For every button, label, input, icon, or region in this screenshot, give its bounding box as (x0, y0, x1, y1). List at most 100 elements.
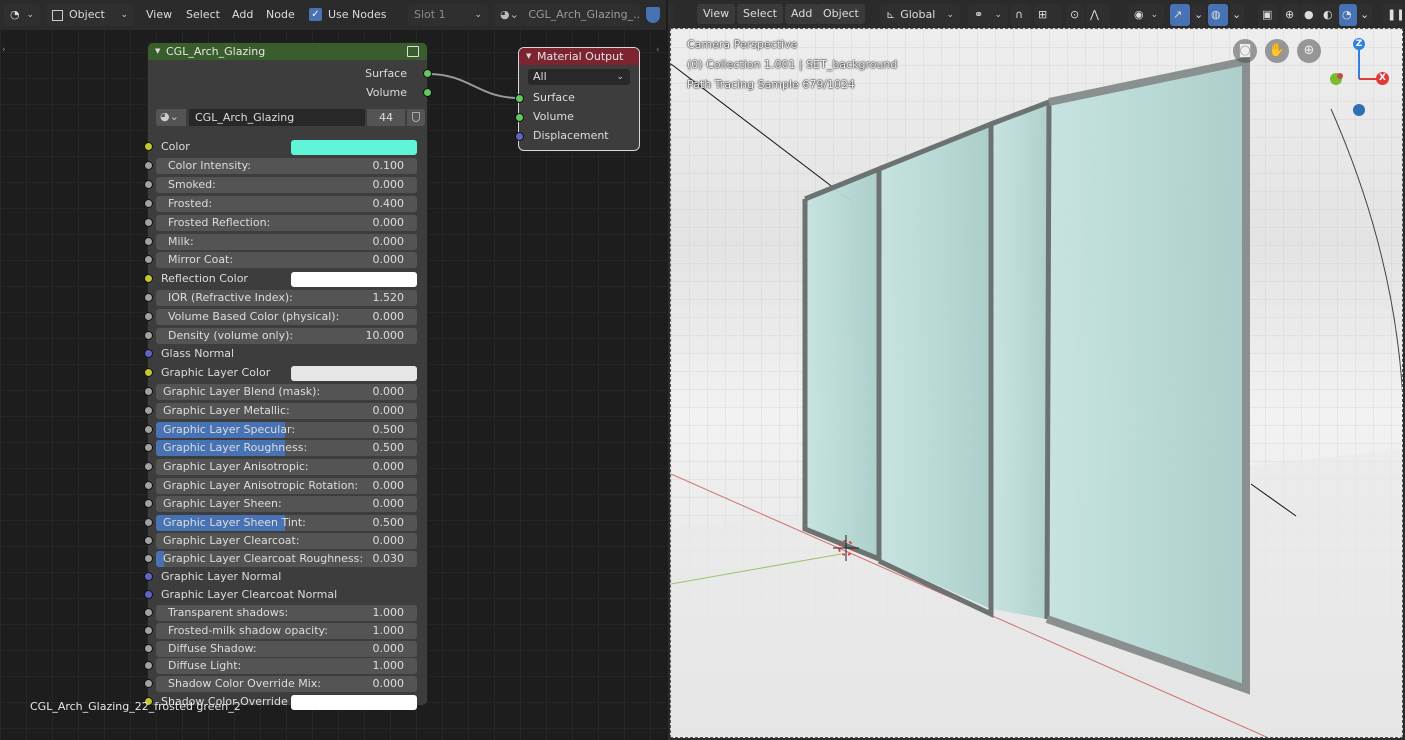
ior-refractive-index-socket[interactable] (145, 294, 152, 301)
transform-orientation-dropdown[interactable]: ⊾ Global ⌄ (880, 4, 960, 26)
material-output-node[interactable]: ▼ Material Output All ⌄ Surface Volume Di… (516, 48, 639, 150)
graphic-layer-blend-mask-socket[interactable] (145, 388, 152, 395)
graphic-layer-metallic-socket[interactable] (145, 407, 152, 414)
select-menu[interactable]: Select (737, 4, 783, 24)
color-swatch[interactable] (291, 140, 417, 155)
frosted-field[interactable]: Frosted: 0.400 (156, 196, 417, 212)
reflection-color-socket[interactable] (145, 275, 152, 282)
graphic-layer-specular-socket[interactable] (145, 426, 152, 433)
gizmo-toggle[interactable]: ↗ (1170, 4, 1190, 26)
pivot-point-dropdown[interactable]: ⚭ ⌄ (968, 4, 1008, 26)
solid-shading-button[interactable]: ● (1301, 4, 1319, 26)
wireframe-shading-button[interactable]: ⊕ (1282, 4, 1300, 26)
volume-based-color-physical-field[interactable]: Volume Based Color (physical): 0.000 (156, 309, 417, 325)
milk-socket[interactable] (145, 238, 152, 245)
graphic-layer-anisotropic-field[interactable]: Graphic Layer Anisotropic: 0.000 (156, 459, 417, 475)
rendered-viewport[interactable]: Camera Perspective (0) Collection 1.001 … (670, 28, 1403, 738)
mirror-coat-field[interactable]: Mirror Coat: 0.000 (156, 252, 417, 268)
frosted-reflection-field[interactable]: Frosted Reflection: 0.000 (156, 215, 417, 231)
material-shading-button[interactable]: ◐ (1320, 4, 1338, 26)
color-socket[interactable] (145, 143, 152, 150)
graphic-layer-color-socket[interactable] (145, 369, 152, 376)
diffuse-shadow-field[interactable]: Diffuse Shadow: 0.000 (156, 641, 417, 657)
diffuse-light-field[interactable]: Diffuse Light: 1.000 (156, 658, 417, 674)
gizmo-x-axis[interactable]: X (1376, 72, 1389, 85)
pause-render-button[interactable]: ❚❚ (1382, 4, 1402, 26)
transparent-shadows-field[interactable]: Transparent shadows: 1.000 (156, 605, 417, 621)
overlays-dropdown[interactable]: ⌄ (1230, 4, 1244, 26)
material-name-field[interactable]: CGL_Arch_Glazing (189, 109, 365, 126)
graphic-layer-sheen-field[interactable]: Graphic Layer Sheen: 0.000 (156, 496, 417, 512)
smoked-socket[interactable] (145, 181, 152, 188)
shadow-color-override-mix-field[interactable]: Shadow Color Override Mix: 0.000 (156, 676, 417, 692)
fake-user-shield-icon[interactable] (407, 109, 425, 126)
reflection-color-swatch[interactable] (291, 272, 417, 287)
viewport-3d[interactable]: View Select Add Object ⊾ Global ⌄ ⚭ ⌄ ∩ ⊞ ⊙… (668, 0, 1405, 740)
graphic-layer-sheen-socket[interactable] (145, 500, 152, 507)
graphic-layer-roughness-field[interactable]: Graphic Layer Roughness: 0.500 (156, 440, 417, 456)
input-surface-socket[interactable] (516, 95, 523, 102)
node-editor[interactable]: ◔ ⌄ Object ⌄ View Select Add Node ✓ Use Nod… (0, 0, 666, 740)
density-volume-only-socket[interactable] (145, 332, 152, 339)
color-intensity-socket[interactable] (145, 162, 152, 169)
material-selector[interactable]: ◕⌄ CGL_Arch_Glazing 44 (156, 109, 425, 126)
graphic-layer-clearcoat-socket[interactable] (145, 537, 152, 544)
frosted-milk-shadow-opacity-field[interactable]: Frosted-milk shadow opacity: 1.000 (156, 623, 417, 639)
shadow-color-override-mix-socket[interactable] (145, 680, 152, 687)
collapse-triangle-icon[interactable]: ▼ (155, 47, 160, 55)
graphic-layer-roughness-socket[interactable] (145, 444, 152, 451)
overlays-toggle[interactable]: ◍ (1208, 4, 1228, 26)
proportional-edit-toggle[interactable]: ⊙ (1066, 4, 1084, 26)
input-volume-socket[interactable] (516, 114, 523, 121)
collapse-triangle-icon[interactable]: ▼ (526, 52, 531, 60)
object-menu[interactable]: Object (817, 4, 865, 24)
material-users-count[interactable]: 44 (367, 109, 405, 126)
glass-group-node[interactable]: ▼ CGL_Arch_Glazing Surface Volume ◕⌄ CGL… (145, 43, 431, 710)
shadow-color-override-swatch[interactable] (291, 695, 417, 710)
graphic-layer-color-swatch[interactable] (291, 366, 417, 381)
group-icon[interactable] (407, 46, 419, 57)
xray-toggle[interactable]: ▣ (1258, 4, 1278, 26)
smoked-field[interactable]: Smoked: 0.000 (156, 177, 417, 193)
diffuse-light-socket[interactable] (145, 662, 152, 669)
graphic-layer-normal-socket[interactable] (145, 573, 152, 580)
navigation-gizmo[interactable]: Z X (1326, 33, 1398, 123)
zoom-icon[interactable]: ⊕ (1297, 39, 1321, 63)
color-intensity-field[interactable]: Color Intensity: 0.100 (156, 158, 417, 174)
visibility-dropdown[interactable]: ◉ ⌄ (1128, 4, 1164, 26)
snap-toggle[interactable]: ∩ (1011, 4, 1031, 26)
ior-refractive-index-field[interactable]: IOR (Refractive Index): 1.520 (156, 290, 417, 306)
add-menu[interactable]: Add (785, 4, 819, 24)
mirror-coat-socket[interactable] (145, 256, 152, 263)
density-volume-only-field[interactable]: Density (volume only): 10.000 (156, 328, 417, 344)
glass-normal-socket[interactable] (145, 350, 152, 357)
graphic-layer-clearcoat-roughness-field[interactable]: Graphic Layer Clearcoat Roughness: 0.030 (156, 551, 417, 567)
glass-node-header[interactable]: ▼ CGL_Arch_Glazing (148, 43, 427, 60)
shading-dropdown[interactable]: ⌄ (1358, 4, 1372, 26)
view-menu[interactable]: View (697, 4, 736, 24)
graphic-layer-anisotropic-rotation-socket[interactable] (145, 482, 152, 489)
graphic-layer-sheen-tint-field[interactable]: Graphic Layer Sheen Tint: 0.500 (156, 515, 417, 531)
volume-based-color-physical-socket[interactable] (145, 313, 152, 320)
frosted-socket[interactable] (145, 200, 152, 207)
camera-view-icon[interactable]: ◙ (1233, 39, 1257, 63)
output-volume-socket[interactable] (424, 89, 431, 96)
output-surface-socket[interactable] (424, 70, 431, 77)
graphic-layer-sheen-tint-socket[interactable] (145, 519, 152, 526)
frosted-reflection-socket[interactable] (145, 219, 152, 226)
gizmo-dropdown[interactable]: ⌄ (1192, 4, 1206, 26)
output-node-header[interactable]: ▼ Material Output (519, 48, 639, 65)
milk-field[interactable]: Milk: 0.000 (156, 234, 417, 250)
editor-type-dropdown[interactable] (668, 4, 674, 26)
graphic-layer-clearcoat-normal-socket[interactable] (145, 591, 152, 598)
falloff-dropdown[interactable]: ⋀ (1086, 4, 1110, 26)
graphic-layer-specular-field[interactable]: Graphic Layer Specular: 0.500 (156, 422, 417, 438)
graphic-layer-anisotropic-socket[interactable] (145, 463, 152, 470)
browse-material-button[interactable]: ◕⌄ (156, 109, 186, 126)
graphic-layer-blend-mask-field[interactable]: Graphic Layer Blend (mask): 0.000 (156, 384, 417, 400)
diffuse-shadow-socket[interactable] (145, 645, 152, 652)
output-target-dropdown[interactable]: All ⌄ (528, 69, 630, 85)
frosted-milk-shadow-opacity-socket[interactable] (145, 627, 152, 634)
graphic-layer-metallic-field[interactable]: Graphic Layer Metallic: 0.000 (156, 403, 417, 419)
graphic-layer-clearcoat-field[interactable]: Graphic Layer Clearcoat: 0.000 (156, 533, 417, 549)
